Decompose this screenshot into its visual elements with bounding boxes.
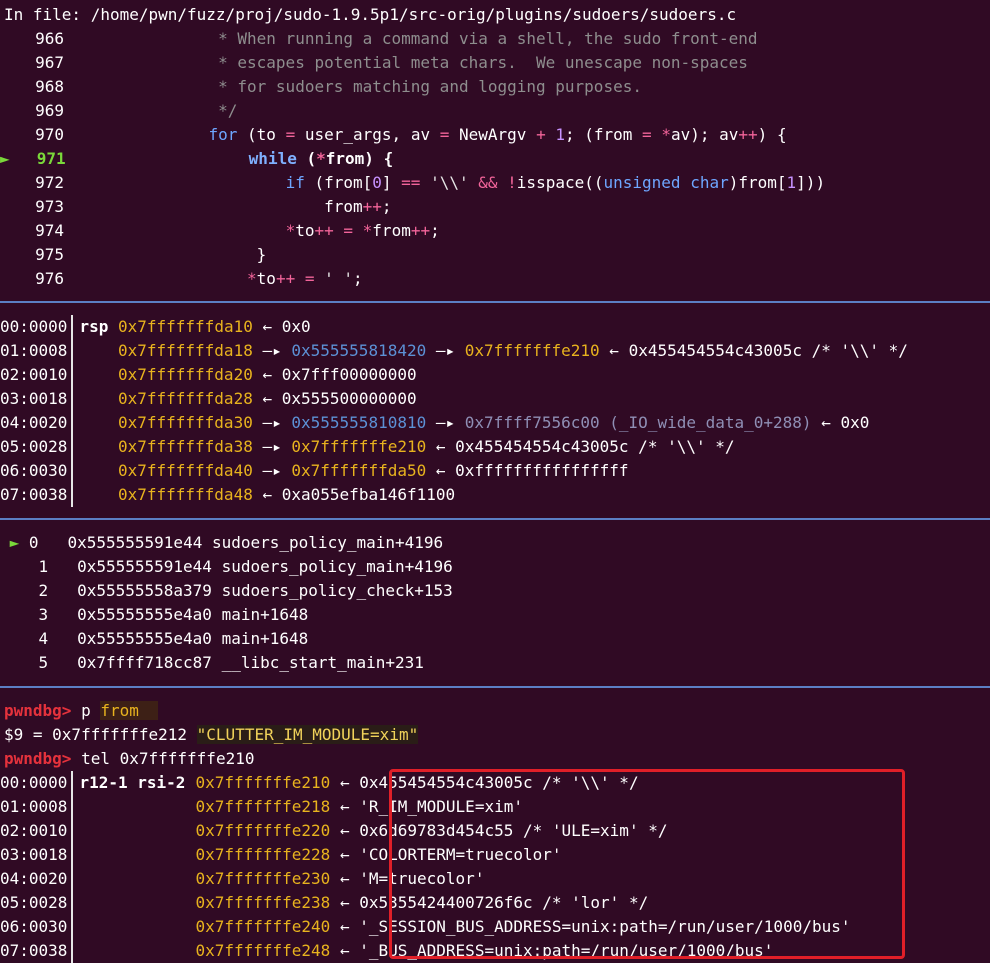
stack-row: 02:0010 0x7fffffffda20 ← 0x7fff00000000 <box>0 363 417 387</box>
console-output: $9 = 0x7fffffffe212 "CLUTTER_IM_MODULE=x… <box>4 725 419 744</box>
source-line: 974 *to++ = *from++; <box>35 221 440 240</box>
stack-row: 03:0018 0x7fffffffda28 ← 0x555500000000 <box>0 387 417 411</box>
stack-row: 00:0000 rsp 0x7fffffffda10 ← 0x0 <box>0 315 311 339</box>
section-divider <box>0 686 990 688</box>
backtrace-frame: 4 0x55555555e4a0 main+1648 <box>38 629 309 648</box>
source-line: 973 from++; <box>35 197 392 216</box>
backtrace-frame: 2 0x55555558a379 sudoers_policy_check+15… <box>38 581 453 600</box>
backtrace-frame: 5 0x7ffff718cc87 __libc_start_main+231 <box>38 653 424 672</box>
stack-row: 04:0020 0x7fffffffda30 —▸ 0x555555810810… <box>0 411 869 435</box>
stack-row: 05:0028 0x7fffffffda38 —▸ 0x7fffffffe210… <box>0 435 735 459</box>
backtrace-frame: 3 0x55555555e4a0 main+1648 <box>38 605 309 624</box>
console-line[interactable]: pwndbg> p from <box>4 699 159 723</box>
current-line-marker: ► <box>0 149 10 168</box>
source-line-current: ► 971 while (*from) { <box>0 149 394 168</box>
source-line: 967 * escapes potential meta chars. We u… <box>35 53 748 72</box>
source-line: 969 */ <box>35 101 238 120</box>
prompt: pwndbg> <box>4 701 72 720</box>
prompt: pwndbg> <box>4 749 72 768</box>
source-file-header: In file: /home/pwn/fuzz/proj/sudo-1.9.5p… <box>4 5 737 24</box>
console-line[interactable]: pwndbg> tel 0x7fffffffe210 <box>4 747 254 771</box>
stack-row: 07:0038 0x7fffffffda48 ← 0xa055efba146f1… <box>0 483 455 507</box>
source-line: 972 if (from[0] == '\\' && !isspace((uns… <box>35 173 826 192</box>
section-divider <box>0 518 990 520</box>
backtrace-frame: 1 0x555555591e44 sudoers_policy_main+419… <box>38 557 453 576</box>
highlight-box <box>389 769 905 959</box>
terminal-window[interactable]: In file: /home/pwn/fuzz/proj/sudo-1.9.5p… <box>0 0 990 963</box>
stack-row: 06:0030 0x7fffffffda40 —▸ 0x7fffffffda50… <box>0 459 629 483</box>
source-line: 968 * for sudoers matching and logging p… <box>35 77 642 96</box>
source-line: 976 *to++ = ' '; <box>35 269 363 288</box>
backtrace-frame: ► 0 0x555555591e44 sudoers_policy_main+4… <box>9 533 444 552</box>
source-line: 975 } <box>35 245 267 264</box>
source-line: 970 for (to = user_args, av = NewArgv + … <box>35 125 787 144</box>
source-line: 966 * When running a command via a shell… <box>35 29 758 48</box>
section-divider <box>0 301 990 303</box>
stack-row: 01:0008 0x7fffffffda18 —▸ 0x555555818420… <box>0 339 908 363</box>
